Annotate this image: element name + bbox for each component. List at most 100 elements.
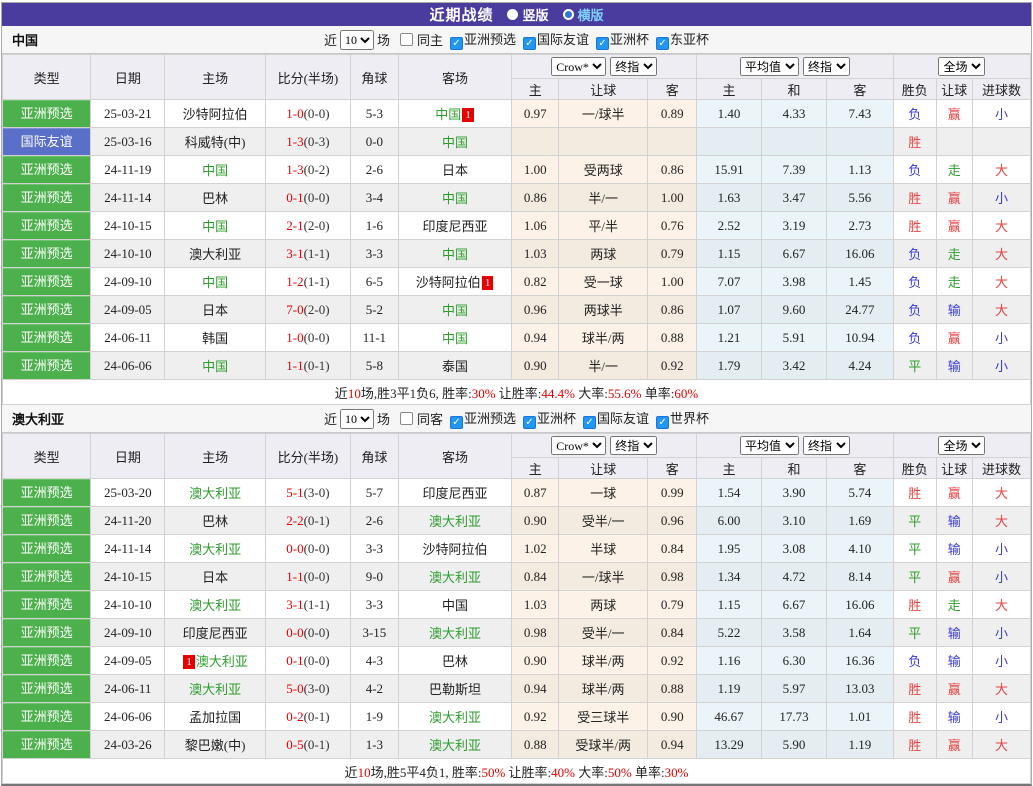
match-date: 24-10-10: [90, 239, 166, 268]
competition-checkbox[interactable]: ✓: [523, 416, 536, 429]
away-team[interactable]: 泰国: [397, 351, 513, 380]
away-team[interactable]: 中国 1: [397, 99, 513, 128]
home-team[interactable]: 黎巴嫩(中): [164, 730, 266, 759]
competition-checkbox[interactable]: ✓: [656, 416, 670, 429]
competition-label[interactable]: 东亚杯: [670, 32, 709, 47]
competition-label[interactable]: 世界杯: [670, 411, 709, 426]
home-team[interactable]: 孟加拉国: [164, 702, 266, 731]
team-name: 澳大利亚: [189, 247, 242, 262]
competition-label[interactable]: 亚洲杯: [610, 32, 649, 47]
radio-label[interactable]: 竖版: [522, 5, 548, 24]
away-team[interactable]: 澳大利亚: [397, 506, 513, 535]
layout-radio-vertical[interactable]: 竖版: [507, 5, 549, 24]
home-team[interactable]: 巴林: [164, 506, 266, 535]
bookmaker-select[interactable]: Crow*: [551, 436, 607, 455]
home-team[interactable]: 沙特阿拉伯: [164, 99, 266, 128]
avg-away: 16.06: [825, 239, 894, 268]
away-team[interactable]: 澳大利亚: [397, 730, 513, 759]
home-team[interactable]: 中国: [164, 211, 266, 240]
period-select[interactable]: 全场: [938, 436, 986, 455]
avg-home: 7.07: [696, 267, 762, 296]
avg-home: 1.21: [696, 323, 762, 352]
away-team[interactable]: 中国: [397, 590, 513, 619]
odds-home: 0.90: [511, 351, 560, 380]
home-team[interactable]: 澳大利亚: [164, 239, 266, 268]
home-team[interactable]: 印度尼西亚: [164, 618, 266, 647]
competition-label[interactable]: 国际友谊: [537, 32, 589, 47]
same-venue-label[interactable]: 同客: [417, 409, 443, 428]
same-venue-checkbox[interactable]: [399, 33, 413, 46]
avg-draw: 5.90: [760, 730, 827, 759]
match-date: 24-10-15: [90, 211, 166, 240]
away-team[interactable]: 中国: [397, 323, 513, 352]
same-venue-checkbox[interactable]: [399, 412, 413, 425]
fulltime-score: 0-0: [286, 540, 304, 556]
away-team[interactable]: 印度尼西亚: [397, 478, 513, 507]
layout-radio-horizontal[interactable]: 横版: [562, 5, 604, 24]
home-team[interactable]: 科威特(中): [164, 127, 266, 156]
same-venue-label[interactable]: 同主: [417, 30, 443, 49]
bookmaker-select[interactable]: Crow*: [551, 57, 607, 76]
result-handicap: 赢: [935, 323, 974, 352]
match-type-cell: 亚洲预选: [1, 506, 92, 535]
odds-away: 0.84: [647, 618, 698, 647]
away-team[interactable]: 日本: [397, 155, 513, 184]
competition-checkbox[interactable]: ✓: [449, 416, 463, 429]
away-team[interactable]: 中国: [397, 127, 513, 156]
radio-label[interactable]: 横版: [578, 5, 604, 24]
odds-time-select[interactable]: 终指: [610, 57, 658, 76]
competition-label[interactable]: 亚洲预选: [464, 411, 516, 426]
avg-away: 1.19: [825, 730, 894, 759]
home-team[interactable]: 中国: [164, 155, 266, 184]
home-team[interactable]: 韩国: [164, 323, 266, 352]
average-select[interactable]: 平均值: [739, 57, 799, 76]
away-team[interactable]: 印度尼西亚: [397, 211, 513, 240]
radio-selected-icon[interactable]: [507, 9, 519, 20]
table-row: 亚洲预选 24-10-15 日本 1-1(0-0) 9-0 澳大利亚 0.84 …: [1, 562, 1031, 591]
competition-label[interactable]: 亚洲杯: [537, 411, 576, 426]
competition-label[interactable]: 亚洲预选: [464, 32, 516, 47]
avg-time-select[interactable]: 终指: [802, 436, 850, 455]
team-name: 韩国: [202, 331, 229, 346]
competition-checkbox[interactable]: ✓: [656, 37, 670, 50]
competition-checkbox[interactable]: ✓: [583, 416, 597, 429]
away-team[interactable]: 巴勒斯坦: [397, 674, 513, 703]
radio-unselected-icon[interactable]: [562, 9, 574, 20]
away-team[interactable]: 中国: [397, 239, 513, 268]
home-team[interactable]: 澳大利亚: [164, 674, 266, 703]
odds-handicap: 球半/两: [558, 674, 649, 703]
corner-score: 2-6: [350, 155, 399, 184]
home-team[interactable]: 中国: [164, 267, 266, 296]
col-avg-away: 客: [825, 78, 894, 100]
away-team[interactable]: 澳大利亚: [397, 562, 513, 591]
home-team[interactable]: 中国: [164, 351, 266, 380]
home-team[interactable]: 巴林: [164, 183, 266, 212]
away-team[interactable]: 沙特阿拉伯 1: [397, 267, 513, 296]
away-team[interactable]: 澳大利亚: [397, 702, 513, 731]
odds-time-select[interactable]: 终指: [610, 436, 658, 455]
home-team[interactable]: 日本: [164, 562, 266, 591]
home-team[interactable]: 澳大利亚: [164, 534, 266, 563]
period-select[interactable]: 全场: [938, 57, 986, 76]
home-team[interactable]: 澳大利亚: [164, 478, 266, 507]
away-team[interactable]: 沙特阿拉伯: [397, 534, 513, 563]
avg-time-select[interactable]: 终指: [802, 57, 850, 76]
match-type-cell: 亚洲预选: [1, 99, 92, 128]
home-team[interactable]: 澳大利亚: [164, 590, 266, 619]
away-team[interactable]: 中国: [397, 295, 513, 324]
competition-checkbox[interactable]: ✓: [596, 37, 610, 50]
competition-checkbox[interactable]: ✓: [449, 37, 463, 50]
average-select[interactable]: 平均值: [739, 436, 799, 455]
match-count-select[interactable]: 10: [339, 408, 374, 429]
home-team[interactable]: 日本: [164, 295, 266, 324]
match-count-select[interactable]: 10: [339, 29, 374, 50]
competition-checkbox[interactable]: ✓: [523, 37, 536, 50]
note-badge: 1: [481, 276, 494, 290]
odds-away: 0.86: [647, 295, 698, 324]
away-team[interactable]: 澳大利亚: [397, 618, 513, 647]
competition-label[interactable]: 国际友谊: [597, 411, 649, 426]
home-team[interactable]: 1 澳大利亚: [164, 646, 266, 675]
away-team[interactable]: 巴林: [397, 646, 513, 675]
away-team[interactable]: 中国: [397, 183, 513, 212]
odds-home: 0.96: [511, 295, 560, 324]
